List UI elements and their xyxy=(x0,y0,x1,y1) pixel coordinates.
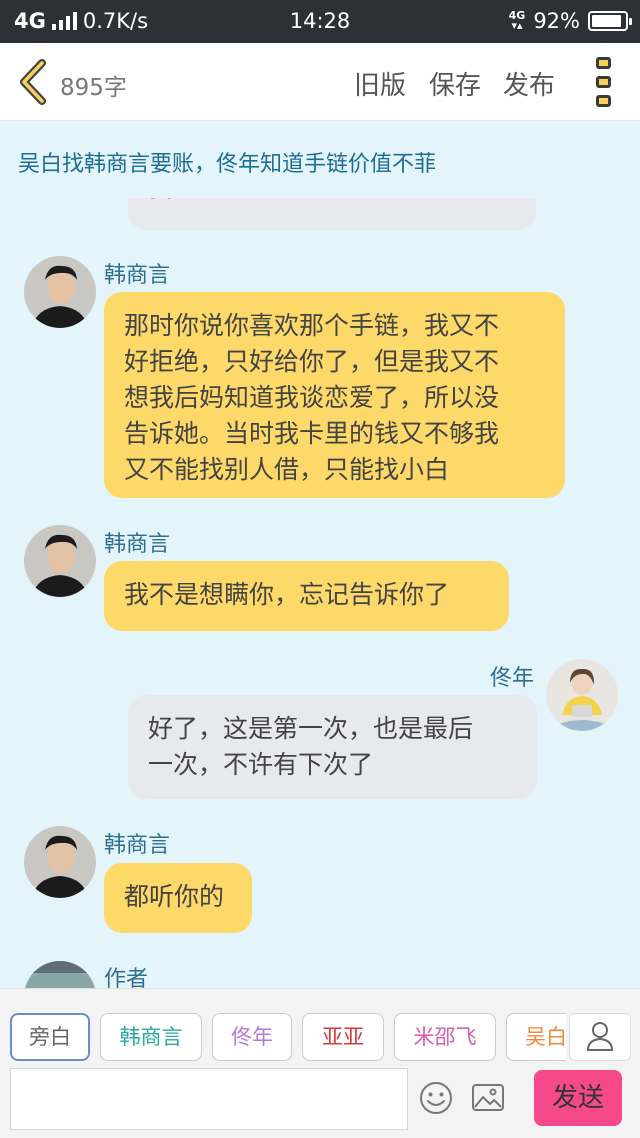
chapter-title-bar[interactable]: 吴白找韩商言要账，佟年知道手链价值不菲 xyxy=(0,122,640,198)
status-bar: 4G 0.7K/s 14:28 4G ▾▴ 92% xyxy=(0,0,640,43)
emoji-icon xyxy=(420,1082,452,1114)
character-bar: 旁白 韩商言 佟年 亚亚 米邵飞 吴白 xyxy=(0,988,640,1064)
avatar-han[interactable] xyxy=(24,525,96,597)
message-line: 一次，不许有下次了 xyxy=(148,750,374,779)
image-button[interactable] xyxy=(470,1080,506,1116)
message-bubble[interactable]: 我不是想瞒你，忘记告诉你了 xyxy=(104,561,509,631)
message-input[interactable] xyxy=(10,1068,408,1130)
chat-area[interactable]: 我： 韩商言 那时你说你喜欢那个手链，我又不 好拒绝，只好给你了，但是我又不 想… xyxy=(0,198,640,988)
back-button[interactable] xyxy=(14,59,54,105)
avatar-image xyxy=(24,525,96,597)
save-button[interactable]: 保存 xyxy=(429,65,481,102)
message-text: 我： xyxy=(148,198,516,202)
message-bubble[interactable]: 都听你的 xyxy=(104,863,252,933)
network-badge-icon: 4G ▾▴ xyxy=(509,10,526,32)
character-chip-tongnian[interactable]: 佟年 xyxy=(212,1013,292,1061)
avatar-tongnian[interactable] xyxy=(546,659,618,731)
chip-label: 韩商言 xyxy=(119,1025,183,1049)
network-badge-bottom: ▾▴ xyxy=(511,19,523,32)
chapter-title: 吴白找韩商言要账，佟年知道手链价值不菲 xyxy=(18,152,437,177)
avatar-author[interactable] xyxy=(24,961,96,988)
message-text: 我不是想瞒你，忘记告诉你了 xyxy=(124,580,450,609)
chip-label: 旁白 xyxy=(29,1025,71,1049)
message-bubble[interactable]: 好了，这是第一次，也是最后 一次，不许有下次了 xyxy=(128,695,537,799)
speaker-name: 韩商言 xyxy=(104,263,171,288)
battery-fill xyxy=(592,15,622,27)
message-line: 告诉她。当时我卡里的钱又不够我 xyxy=(124,419,500,448)
message-bubble[interactable]: 我： xyxy=(128,198,536,230)
character-chip-wubai[interactable]: 吴白 xyxy=(506,1013,566,1061)
message-line: 又不能找别人借，只能找小白 xyxy=(124,455,450,484)
send-button[interactable]: 发送 xyxy=(534,1070,622,1126)
battery-icon xyxy=(588,11,632,31)
status-right: 4G ▾▴ 92% xyxy=(509,9,632,33)
editor-header: 895字 旧版 保存 发布 xyxy=(0,43,640,121)
chip-label: 吴白 xyxy=(525,1025,566,1049)
message-line: 那时你说你喜欢那个手链，我又不 xyxy=(124,311,500,340)
more-icon[interactable] xyxy=(596,57,614,107)
old-version-button[interactable]: 旧版 xyxy=(354,65,406,102)
publish-button[interactable]: 发布 xyxy=(503,65,555,102)
battery-percent: 92% xyxy=(533,9,580,33)
character-chip-yaya[interactable]: 亚亚 xyxy=(302,1013,384,1061)
avatar-image xyxy=(546,659,618,731)
speaker-name: 佟年 xyxy=(490,666,535,691)
speaker-name: 韩商言 xyxy=(104,833,171,858)
speaker-name: 作者 xyxy=(104,967,149,988)
avatar-han[interactable] xyxy=(24,826,96,898)
character-chip-narrator[interactable]: 旁白 xyxy=(10,1013,90,1061)
chevron-left-icon xyxy=(20,59,46,105)
avatar-image xyxy=(24,256,96,328)
chip-label: 佟年 xyxy=(231,1025,273,1049)
message-bubble[interactable]: 那时你说你喜欢那个手链，我又不 好拒绝，只好给你了，但是我又不 想我后妈知道我谈… xyxy=(104,292,565,498)
chip-label: 亚亚 xyxy=(322,1025,364,1049)
person-icon xyxy=(586,1022,614,1051)
message-line: 好了，这是第一次，也是最后 xyxy=(148,714,474,743)
avatar-han[interactable] xyxy=(24,256,96,328)
avatar-image xyxy=(24,826,96,898)
word-count: 895字 xyxy=(60,75,127,101)
image-icon xyxy=(472,1084,504,1111)
character-manage-button[interactable] xyxy=(569,1013,631,1061)
emoji-button[interactable] xyxy=(418,1080,454,1116)
speaker-name: 韩商言 xyxy=(104,532,171,557)
character-chip-han[interactable]: 韩商言 xyxy=(100,1013,202,1061)
message-text: 都听你的 xyxy=(124,882,225,911)
chip-label: 米邵飞 xyxy=(413,1025,477,1049)
character-chip-mi[interactable]: 米邵飞 xyxy=(394,1013,496,1061)
avatar-image xyxy=(24,961,96,988)
message-line: 好拒绝，只好给你了，但是我又不 xyxy=(124,347,500,376)
message-line: 想我后妈知道我谈恋爱了，所以没 xyxy=(124,383,500,412)
input-bar: 发送 xyxy=(0,1064,640,1138)
